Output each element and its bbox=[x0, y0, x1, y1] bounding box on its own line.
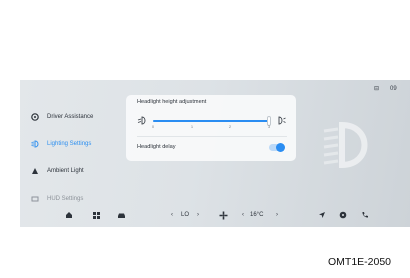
sidebar-item-label: Driver Assistance bbox=[47, 114, 94, 120]
slider-tick: 3 bbox=[267, 124, 271, 129]
sidebar-item-label: Ambient Light bbox=[47, 168, 84, 174]
lighting-settings-panel: Headlight height adjustment 0 1 2 3 Head… bbox=[126, 95, 296, 161]
sidebar-item-label: HUD Settings bbox=[47, 196, 84, 202]
sidebar-item-hud-settings[interactable]: HUD Settings bbox=[20, 190, 120, 208]
home-icon[interactable] bbox=[64, 210, 74, 220]
settings-sidebar: Driver Assistance Lighting Settings Ambi… bbox=[20, 102, 128, 210]
sidebar-item-driver-assistance[interactable]: Driver Assistance bbox=[20, 108, 120, 126]
apps-grid-icon[interactable] bbox=[91, 210, 101, 220]
fan-decrease-button[interactable]: ‹ bbox=[171, 210, 173, 220]
status-bar: ⊟ 09 bbox=[370, 84, 410, 94]
headlight-delay-label: Headlight delay bbox=[137, 144, 176, 150]
phone-icon[interactable] bbox=[360, 210, 370, 220]
status-time: 09 bbox=[390, 86, 397, 92]
figure-code: OMT1E-2050 bbox=[328, 256, 392, 268]
headlight-icon bbox=[31, 140, 39, 148]
slider-tick: 1 bbox=[190, 124, 194, 129]
fan-increase-button[interactable]: › bbox=[197, 210, 199, 220]
hud-icon bbox=[31, 195, 39, 203]
headlight-delay-toggle[interactable] bbox=[269, 143, 285, 152]
infotainment-screen: ⊟ 09 Driver Assistance Lighting Settings… bbox=[20, 80, 410, 227]
temperature-value: 16°C bbox=[250, 212, 264, 218]
car-icon[interactable] bbox=[116, 210, 126, 220]
sidebar-item-lighting-settings[interactable]: Lighting Settings bbox=[20, 135, 120, 153]
panel-divider bbox=[137, 136, 287, 137]
toggle-knob bbox=[276, 143, 285, 152]
temp-increase-button[interactable]: › bbox=[276, 210, 278, 220]
fan-speed-value: LO bbox=[181, 212, 190, 218]
headlight-high-icon bbox=[278, 116, 286, 125]
steering-wheel-icon bbox=[31, 113, 39, 121]
sidebar-item-ambient-light[interactable]: Ambient Light bbox=[20, 162, 120, 180]
navigation-icon[interactable] bbox=[317, 210, 327, 220]
media-icon[interactable] bbox=[338, 210, 348, 220]
slider-tick: 2 bbox=[228, 124, 232, 129]
sidebar-item-label: Lighting Settings bbox=[47, 141, 92, 147]
temp-decrease-button[interactable]: ‹ bbox=[242, 210, 244, 220]
slider-tick: 0 bbox=[151, 124, 155, 129]
fan-icon[interactable] bbox=[218, 210, 228, 220]
headlight-height-slider[interactable] bbox=[153, 116, 271, 126]
signal-icon: ⊟ bbox=[374, 86, 380, 92]
slider-fill bbox=[153, 120, 269, 122]
headlight-low-icon bbox=[137, 116, 146, 125]
bottom-nav-bar: ‹ LO › ‹ 16°C › bbox=[20, 207, 410, 224]
headlight-height-title: Headlight height adjustment bbox=[137, 99, 207, 105]
headlight-decoration-icon bbox=[323, 121, 368, 169]
ambient-light-icon bbox=[31, 167, 39, 175]
